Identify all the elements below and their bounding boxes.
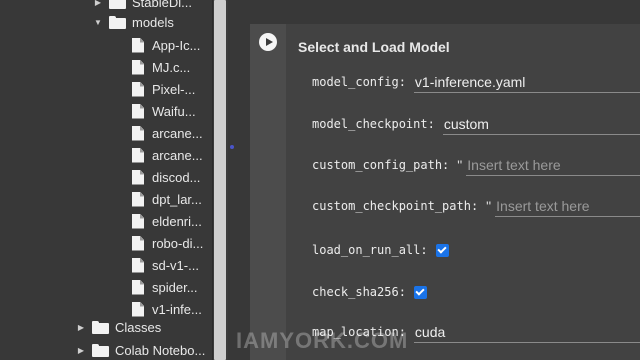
param-load-on-run-all: load_on_run_all:: [312, 238, 449, 262]
map-location-dropdown[interactable]: cuda: [413, 321, 640, 343]
param-label: model_config:: [312, 75, 406, 89]
file-icon: [132, 235, 144, 251]
tree-file[interactable]: App-Ic...: [132, 34, 200, 56]
param-custom-checkpoint-path: custom_checkpoint_path: " Insert text he…: [312, 194, 640, 218]
string-quote: ": [486, 198, 492, 214]
file-icon: [132, 279, 144, 295]
model-config-dropdown[interactable]: v1-inference.yaml: [413, 71, 640, 93]
file-icon: [132, 169, 144, 185]
tree-item-label: models: [132, 14, 174, 30]
file-icon: [132, 257, 144, 273]
file-browser-scrollbar-thumb[interactable]: [214, 0, 226, 360]
file-icon: [132, 103, 144, 119]
param-model-config: model_config: v1-inference.yaml: [312, 70, 640, 94]
param-label: custom_checkpoint_path:: [312, 199, 479, 213]
tree-item-label: dpt_lar...: [152, 191, 202, 207]
chevron-right-icon[interactable]: ▶: [93, 0, 103, 7]
check-sha256-checkbox[interactable]: [413, 285, 427, 299]
tree-file[interactable]: MJ.c...: [132, 56, 190, 78]
param-check-sha256: check_sha256:: [312, 280, 427, 304]
tree-item-label: MJ.c...: [152, 59, 191, 75]
file-icon: [132, 301, 144, 317]
tree-item-label: robo-di...: [152, 235, 204, 251]
tree-file[interactable]: robo-di...: [132, 232, 203, 254]
chevron-down-icon[interactable]: ▼: [93, 17, 103, 27]
file-icon: [132, 125, 144, 141]
folder-icon: [109, 15, 126, 29]
tree-item-label: arcane...: [152, 147, 203, 163]
load-on-run-all-checkbox[interactable]: [435, 243, 449, 257]
field-value: custom: [443, 115, 489, 132]
tree-file[interactable]: spider...: [132, 276, 198, 298]
tree-item-label: spider...: [152, 279, 198, 295]
param-model-checkpoint: model_checkpoint: custom: [312, 112, 640, 136]
tree-item-label: App-Ic...: [152, 37, 201, 53]
folder-icon: [92, 343, 109, 357]
field-value: cuda: [414, 323, 446, 340]
field-placeholder: Insert text here: [467, 156, 561, 173]
tree-file[interactable]: discod...: [132, 166, 200, 188]
param-label: load_on_run_all:: [312, 243, 428, 257]
tree-folder-colab-notebooks[interactable]: ▶ Colab Notebo...: [76, 339, 205, 360]
tree-folder-models[interactable]: ▼ models: [93, 11, 174, 33]
model-checkpoint-dropdown[interactable]: custom: [442, 113, 640, 135]
tree-file[interactable]: eldenri...: [132, 210, 202, 232]
folder-icon: [92, 320, 109, 334]
file-icon: [132, 147, 144, 163]
notebook-form-cell[interactable]: Select and Load Model model_config: v1-i…: [250, 24, 640, 360]
field-placeholder: Insert text here: [496, 197, 590, 214]
tree-file[interactable]: arcane...: [132, 144, 203, 166]
tree-item-label: Colab Notebo...: [115, 342, 206, 358]
tree-item-label: Pixel-...: [152, 81, 196, 97]
tree-item-label: Classes: [115, 319, 162, 335]
file-browser-panel: ▶ StableDi... ▼ models App-Ic... MJ.c...…: [0, 0, 212, 360]
cell-title: Select and Load Model: [298, 39, 450, 55]
chevron-right-icon[interactable]: ▶: [76, 345, 86, 355]
param-custom-config-path: custom_config_path: " Insert text here: [312, 153, 640, 177]
string-quote: ": [457, 157, 463, 173]
tree-file[interactable]: dpt_lar...: [132, 188, 202, 210]
custom-checkpoint-path-input[interactable]: Insert text here: [495, 195, 640, 217]
tree-item-label: Waifu...: [152, 103, 196, 119]
folder-icon: [109, 0, 126, 9]
file-icon: [132, 81, 144, 97]
watermark: IAMYORK.COM: [236, 328, 409, 353]
chevron-right-icon[interactable]: ▶: [76, 322, 86, 332]
tree-file[interactable]: Waifu...: [132, 100, 196, 122]
run-cell-button[interactable]: [259, 33, 277, 51]
param-label: check_sha256:: [312, 285, 406, 299]
tree-file[interactable]: arcane...: [132, 122, 203, 144]
file-icon: [132, 213, 144, 229]
file-icon: [132, 37, 144, 53]
tree-item-label: sd-v1-...: [152, 257, 199, 273]
param-label: custom_config_path:: [312, 158, 450, 172]
file-icon: [132, 59, 144, 75]
tree-item-label: discod...: [152, 169, 201, 185]
file-icon: [132, 191, 144, 207]
tree-file[interactable]: Pixel-...: [132, 78, 195, 100]
param-label: model_checkpoint:: [312, 117, 435, 131]
custom-config-path-input[interactable]: Insert text here: [466, 154, 640, 176]
tree-folder-classes[interactable]: ▶ Classes: [76, 316, 161, 338]
tree-file[interactable]: sd-v1-...: [132, 254, 199, 276]
tree-item-label: StableDi...: [132, 0, 192, 10]
tree-item-label: arcane...: [152, 125, 203, 141]
field-value: v1-inference.yaml: [414, 73, 526, 90]
cell-gutter: [250, 24, 286, 360]
tree-item-label: v1-infe...: [152, 301, 202, 317]
tree-item-label: eldenri...: [152, 213, 202, 229]
panel-resize-handle[interactable]: [230, 145, 234, 149]
